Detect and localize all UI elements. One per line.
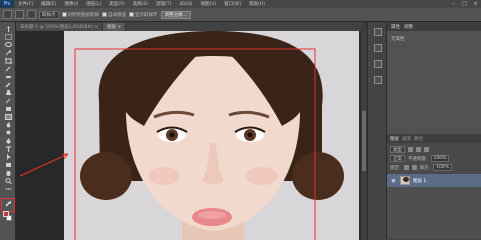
- healing-brush-icon[interactable]: [3, 74, 13, 80]
- marquee-tool-icon[interactable]: [3, 34, 13, 40]
- dodge-tool-icon[interactable]: [3, 130, 13, 136]
- type-tool-icon[interactable]: [3, 146, 13, 152]
- panel-icon-strip: [367, 22, 387, 240]
- hand-tool-icon[interactable]: [3, 170, 13, 176]
- menu-edit[interactable]: 编辑(E): [37, 1, 60, 7]
- layers-controls: 类型 正常 不透明度: 100% 锁定: 填充: 100%: [387, 143, 481, 174]
- options-bar: 取样点 对所有图层取样 自动增强 显示取样环 调整边缘...: [0, 8, 481, 22]
- right-panels: 属性 调整 无属性 图层 通道 路径 类型 正常 不透明度: 100% 锁定: …: [387, 22, 481, 240]
- document-tabs: 未标题-1 @ 100%(图层1,RGB/8#) × 图层 ×: [16, 22, 361, 31]
- document-tab-1[interactable]: 未标题-1 @ 100%(图层1,RGB/8#) ×: [16, 23, 104, 31]
- menu-file[interactable]: 文件(F): [14, 1, 37, 7]
- maximize-icon[interactable]: □: [461, 1, 468, 7]
- filter-adjust-icon[interactable]: [416, 147, 421, 152]
- quick-selection-tool-icon[interactable]: [3, 10, 12, 19]
- layer-name[interactable]: 图层 1: [413, 178, 426, 184]
- scrollbar-thumb[interactable]: [362, 111, 366, 171]
- eraser-tool-icon[interactable]: [3, 106, 13, 112]
- menu-image[interactable]: 图像(I): [60, 1, 82, 7]
- shape-tool-icon[interactable]: [3, 162, 13, 168]
- layer-thumbnail: [400, 176, 410, 185]
- menu-filter[interactable]: 滤镜(T): [152, 1, 175, 7]
- eye-icon[interactable]: ◉: [390, 177, 397, 184]
- layer-filter-dropdown[interactable]: 类型: [390, 146, 405, 153]
- layers-tabs: 图层 通道 路径: [387, 134, 481, 143]
- tab-adjustments[interactable]: 调整: [404, 24, 413, 30]
- tool-highlight-box: [1, 198, 15, 212]
- crop-tool-icon[interactable]: [3, 58, 13, 64]
- layers-list-empty: [387, 187, 481, 239]
- tab-properties[interactable]: 属性: [391, 24, 400, 30]
- refine-edge-button[interactable]: 调整边缘...: [160, 10, 191, 19]
- checkbox-icon: [102, 12, 107, 17]
- menu-help[interactable]: 帮助(H): [245, 1, 269, 7]
- menu-window[interactable]: 窗口(W): [220, 1, 245, 7]
- properties-tabs: 属性 调整: [387, 22, 481, 31]
- tab-layers[interactable]: 图层: [390, 136, 399, 142]
- close-icon[interactable]: ×: [472, 1, 479, 7]
- photoshop-logo: Ps: [0, 0, 14, 8]
- menu-select[interactable]: 选择(S): [129, 1, 152, 7]
- eyedropper-tool-icon[interactable]: [3, 66, 13, 72]
- character-panel-icon[interactable]: [374, 60, 382, 68]
- fill-field[interactable]: 100%: [433, 164, 452, 171]
- canvas-area[interactable]: [16, 31, 361, 240]
- history-brush-icon[interactable]: [3, 98, 13, 104]
- opacity-field[interactable]: 100%: [430, 155, 450, 162]
- blend-mode-dropdown[interactable]: 正常: [390, 155, 405, 162]
- add-selection-icon[interactable]: [27, 10, 36, 19]
- auto-enhance-checkbox[interactable]: 自动增强: [102, 12, 126, 18]
- layer-row-selected[interactable]: ◉ 图层 1: [387, 174, 481, 187]
- portrait-photo: [64, 31, 359, 240]
- edit-toolbar-icon[interactable]: [3, 186, 13, 192]
- lock-label: 锁定:: [390, 165, 401, 171]
- lock-position-icon[interactable]: [411, 165, 417, 170]
- document-tab-2[interactable]: 图层 ×: [103, 23, 127, 31]
- checkbox-icon: [129, 12, 134, 17]
- history-panel-icon[interactable]: [374, 28, 382, 36]
- pen-tool-icon[interactable]: [3, 138, 13, 144]
- menu-view[interactable]: 视图(V): [197, 1, 221, 7]
- foreground-color-swatch[interactable]: [3, 211, 9, 217]
- tab-channels[interactable]: 通道: [402, 136, 411, 142]
- minimize-icon[interactable]: –: [450, 1, 457, 7]
- quick-selection-icon[interactable]: [3, 50, 13, 56]
- brush-tool-icon[interactable]: [3, 82, 13, 88]
- paragraph-panel-icon[interactable]: [374, 76, 382, 84]
- menu-bar: Ps 文件(F) 编辑(E) 图像(I) 图层(L) 类型(Y) 选择(S) 滤…: [0, 0, 481, 8]
- gradient-tool-icon[interactable]: [3, 114, 13, 120]
- brush-panel-icon[interactable]: [374, 44, 382, 52]
- sample-size-field[interactable]: 取样点: [39, 10, 59, 19]
- zoom-tool-icon[interactable]: [3, 178, 13, 184]
- window-controls: – □ ×: [450, 0, 479, 8]
- filter-type-icon[interactable]: [424, 147, 429, 152]
- menu-3d[interactable]: 3D(D): [175, 2, 196, 7]
- path-selection-icon[interactable]: [3, 154, 13, 160]
- lock-pixels-icon[interactable]: [403, 165, 409, 170]
- tools-panel: [0, 22, 16, 240]
- new-selection-icon[interactable]: [15, 10, 24, 19]
- opacity-label: 不透明度:: [408, 156, 428, 162]
- properties-panel: 无属性: [387, 31, 481, 134]
- sample-all-layers-checkbox[interactable]: 对所有图层取样: [61, 12, 99, 18]
- show-ring-checkbox[interactable]: 显示取样环: [129, 12, 158, 18]
- no-properties-label: 无属性: [391, 37, 405, 42]
- lasso-tool-icon[interactable]: [3, 42, 13, 48]
- move-tool-icon[interactable]: [3, 26, 13, 32]
- filter-pixel-icon[interactable]: [408, 147, 413, 152]
- menu-type[interactable]: 类型(Y): [105, 1, 128, 7]
- blur-tool-icon[interactable]: [3, 122, 13, 128]
- clone-stamp-icon[interactable]: [3, 90, 13, 96]
- fill-label: 填充:: [419, 165, 431, 171]
- menu-layer[interactable]: 图层(L): [82, 1, 105, 7]
- tab-paths[interactable]: 路径: [414, 136, 423, 142]
- checkbox-icon: [61, 12, 67, 17]
